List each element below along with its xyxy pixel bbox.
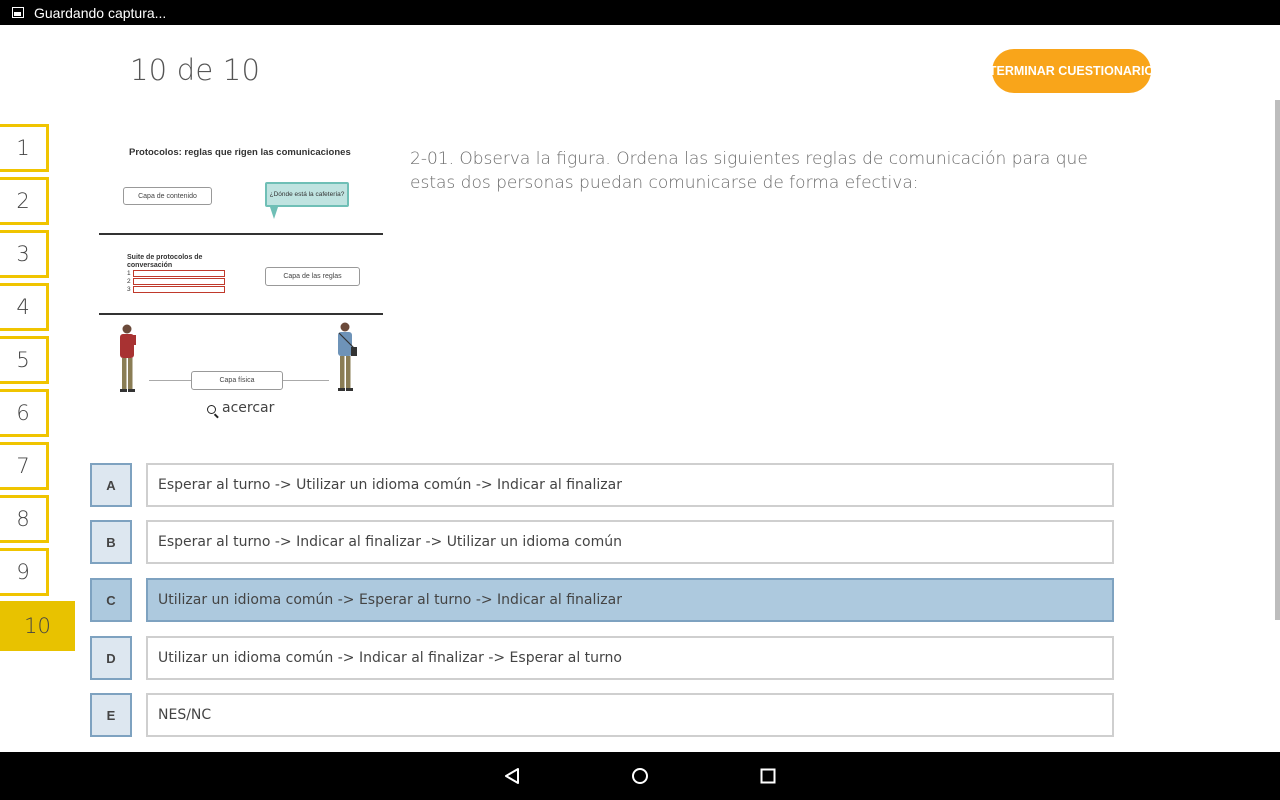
back-button[interactable] — [482, 752, 542, 800]
figure-title: Protocolos: reglas que rigen las comunic… — [129, 147, 351, 158]
question-text: 2-01. Observa la figura. Ordena las sigu… — [410, 149, 1088, 193]
status-text: Guardando captura... — [34, 4, 167, 21]
person-right-figure — [338, 322, 357, 391]
recents-button[interactable] — [738, 752, 798, 800]
option-b[interactable]: Esperar al turno -> Indicar al finalizar… — [146, 520, 1114, 564]
home-button[interactable] — [610, 752, 670, 800]
zoom-link[interactable]: acercar — [207, 400, 274, 416]
back-icon — [505, 768, 519, 784]
sidebar-item-1[interactable]: 1 — [0, 124, 49, 172]
sidebar-item-5[interactable]: 5 — [0, 336, 49, 384]
physical-link-line — [283, 380, 329, 381]
sidebar-item-7[interactable]: 7 — [0, 442, 49, 490]
option-a[interactable]: Esperar al turno -> Utilizar un idioma c… — [146, 463, 1114, 507]
scrollbar[interactable] — [1275, 100, 1280, 620]
sidebar-item-4[interactable]: 4 — [0, 283, 49, 331]
sidebar-item-3[interactable]: 3 — [0, 230, 49, 278]
sidebar-item-10[interactable]: 10 — [0, 601, 75, 651]
suite-item: 3 — [127, 286, 225, 293]
question-counter: 10 de 10 — [130, 53, 261, 87]
option-e[interactable]: NES/NC — [146, 693, 1114, 737]
suite-item: 1 — [127, 270, 225, 277]
rules-layer-box: Capa de las reglas — [265, 267, 360, 286]
sidebar-item-8[interactable]: 8 — [0, 495, 49, 543]
status-bar: Guardando captura... — [0, 0, 1280, 25]
option-e-letter[interactable]: E — [90, 693, 132, 737]
question-figure[interactable]: Protocolos: reglas que rigen las comunic… — [97, 143, 385, 403]
speech-bubble: ¿Dónde está la cafetería? — [265, 182, 349, 207]
option-c[interactable]: Utilizar un idioma común -> Esperar al t… — [146, 578, 1114, 622]
quiz-screen: 10 de 10 TERMINAR CUESTIONARIO 1 2 3 4 5… — [0, 25, 1280, 752]
recents-icon — [760, 768, 776, 784]
option-a-letter[interactable]: A — [90, 463, 132, 507]
search-icon — [207, 404, 216, 414]
content-layer-box: Capa de contenido — [123, 187, 212, 205]
finish-quiz-button[interactable]: TERMINAR CUESTIONARIO — [989, 49, 1154, 93]
system-navigation-bar — [0, 752, 1280, 800]
home-icon — [632, 768, 648, 784]
suite-title: Suite de protocolos de conversación — [127, 254, 203, 269]
option-b-letter[interactable]: B — [90, 520, 132, 564]
sidebar-item-2[interactable]: 2 — [0, 177, 49, 225]
option-d-letter[interactable]: D — [90, 636, 132, 680]
zoom-label: acercar — [222, 400, 275, 416]
person-left-figure — [120, 324, 136, 392]
speech-bubble-tail — [270, 207, 278, 219]
physical-layer-box: Capa física — [191, 371, 283, 390]
physical-link-line — [149, 380, 191, 381]
suite-item: 2 — [127, 278, 225, 285]
option-d[interactable]: Utilizar un idioma común -> Indicar al f… — [146, 636, 1114, 680]
image-icon — [12, 7, 24, 18]
sidebar-item-6[interactable]: 6 — [0, 389, 49, 437]
sidebar-item-9[interactable]: 9 — [0, 548, 49, 596]
figure-divider — [99, 313, 383, 315]
option-c-letter[interactable]: C — [90, 578, 132, 622]
figure-divider — [99, 233, 383, 235]
